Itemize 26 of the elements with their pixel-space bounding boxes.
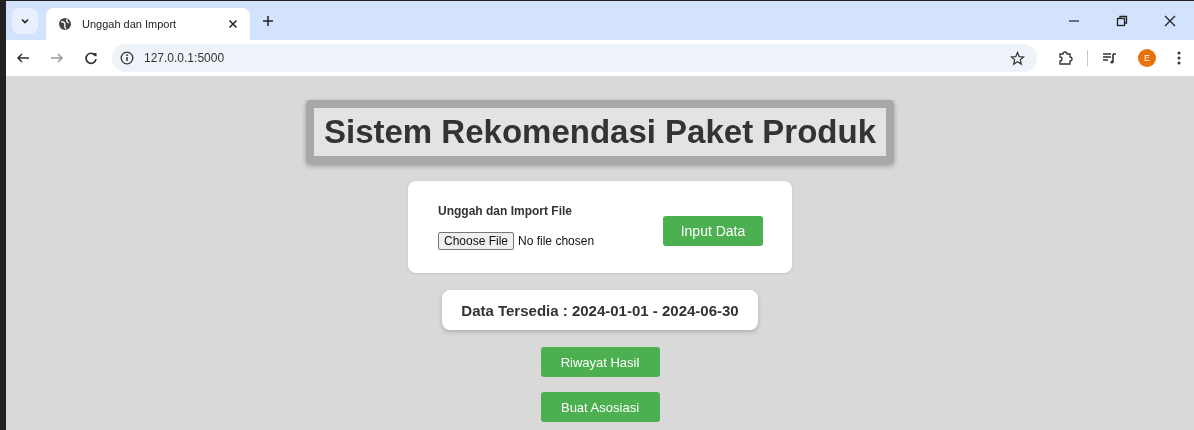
puzzle-icon[interactable] (1057, 50, 1073, 66)
input-data-button[interactable]: Input Data (663, 216, 763, 246)
address-bar[interactable]: 127.0.0.1:5000 (112, 44, 1037, 72)
page-title: Sistem Rekomendasi Paket Produk (305, 100, 894, 164)
playlist-icon[interactable] (1102, 50, 1118, 66)
tab-title: Unggah dan Import (82, 18, 178, 30)
reload-icon[interactable] (84, 51, 98, 65)
profile-avatar[interactable]: E (1138, 49, 1156, 67)
globe-icon (58, 17, 72, 31)
action-button[interactable]: Buat Asosiasi (540, 392, 660, 422)
restore-icon[interactable] (1116, 14, 1128, 27)
action-button[interactable]: Riwayat Hasil (540, 347, 660, 377)
new-tab-icon[interactable] (262, 14, 274, 27)
back-arrow-icon[interactable] (16, 51, 30, 65)
browser-tab[interactable]: Unggah dan Import (46, 8, 250, 40)
star-icon[interactable] (1010, 50, 1025, 66)
url-text: 127.0.0.1:5000 (144, 51, 225, 65)
forward-arrow-icon[interactable] (50, 51, 64, 65)
upload-heading: Unggah dan Import File (438, 204, 573, 218)
file-status: No file chosen (518, 234, 595, 248)
close-icon[interactable] (1164, 14, 1176, 27)
close-icon[interactable] (228, 19, 238, 29)
more-icon[interactable] (1176, 50, 1182, 66)
availability-label: Data Tersedia : 2024-01-01 - 2024-06-30 (442, 290, 758, 330)
info-icon[interactable] (120, 51, 134, 65)
choose-file-button[interactable]: Choose File (438, 232, 515, 250)
